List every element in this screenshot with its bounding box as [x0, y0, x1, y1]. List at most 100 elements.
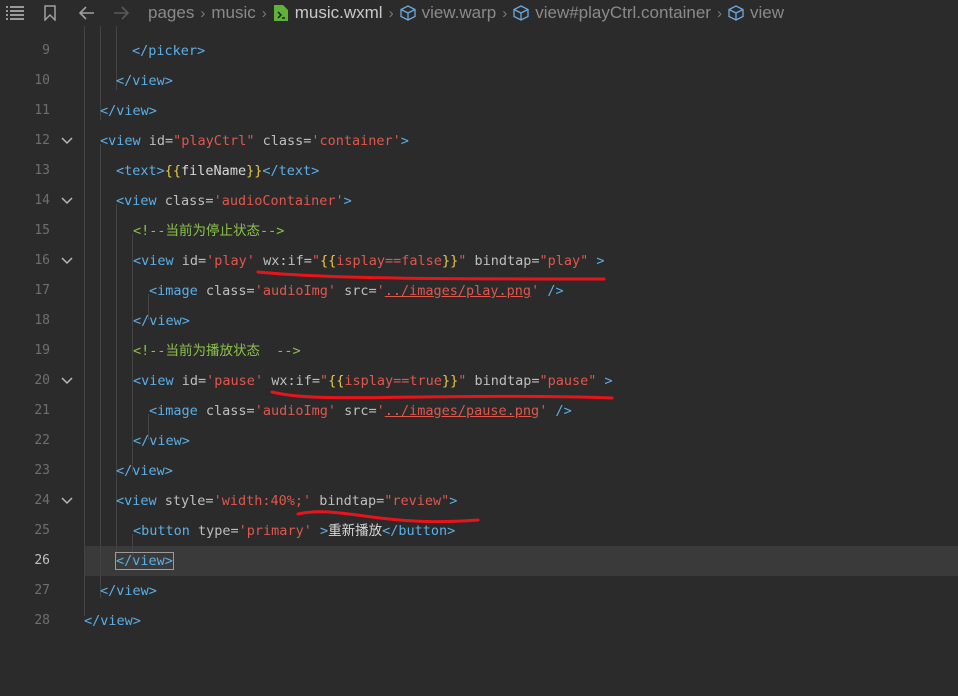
code-line[interactable]: 14 <view class='audioContainer'>	[0, 186, 958, 216]
code-line[interactable]: 22 </view>	[0, 426, 958, 456]
line-number: 22	[34, 433, 50, 448]
code-token: 'primary'	[238, 523, 312, 539]
code-token: <view	[116, 493, 165, 509]
fold-chevron-icon[interactable]	[60, 366, 74, 396]
code-line[interactable]: 10 </view>	[0, 66, 958, 96]
code-token: ../images/play.png	[384, 283, 532, 299]
code-token: class=	[205, 283, 255, 299]
breadcrumb-container[interactable]: view#playCtrl.container	[535, 3, 711, 23]
code-text: </picker>	[132, 36, 205, 66]
code-text: <button type='primary' >重新播放</button>	[133, 516, 455, 546]
cube-icon	[399, 5, 416, 21]
line-number: 17	[34, 283, 50, 298]
code-token: src=	[335, 403, 377, 419]
code-line[interactable]: 20 <view id='pause' wx:if="{{isplay==true…	[0, 366, 958, 396]
code-token: 'audioImg'	[254, 403, 336, 419]
code-token: bindtap=	[311, 493, 385, 509]
code-token: </view>	[116, 463, 173, 479]
breadcrumb-view[interactable]: view	[750, 3, 784, 23]
code-token: 'audioContainer'	[213, 193, 344, 209]
code-line[interactable]: 19 <!--当前为播放状态 -->	[0, 336, 958, 366]
line-number: 12	[34, 133, 50, 148]
code-token: 重新播放	[328, 523, 383, 539]
code-token: 'play'	[206, 253, 255, 269]
code-token: picker	[148, 43, 198, 59]
code-editor[interactable]: 9 </picker> 10 </view> 11 </view> 12 <view id="…	[0, 26, 958, 696]
code-token: </view>	[133, 433, 190, 449]
code-line[interactable]: 18 </view>	[0, 306, 958, 336]
breadcrumb: pages › music › music.wxml › view.warp ›…	[148, 3, 784, 23]
code-line[interactable]: 13 <text>{{fileName}}</text>	[0, 156, 958, 186]
code-token: <!--当前为播放状态 -->	[133, 343, 301, 359]
breadcrumb-music[interactable]: music	[211, 3, 255, 23]
code-token: <!--当前为停止状态-->	[133, 223, 285, 239]
code-line[interactable]: 27 </view>	[0, 576, 958, 606]
code-text: <image class='audioImg' src='../images/p…	[149, 276, 564, 306]
code-line[interactable]: 12 <view id="playCtrl" class='container'>	[0, 126, 958, 156]
chevron-right-icon: ›	[502, 4, 508, 22]
code-line[interactable]: 16 <view id='play' wx:if="{{isplay==false…	[0, 246, 958, 276]
code-token: </	[132, 43, 149, 59]
code-token: >	[311, 523, 329, 539]
code-token: "play"	[539, 253, 589, 269]
code-token: <image	[149, 283, 206, 299]
code-line[interactable]: 26 </view>	[0, 546, 958, 576]
line-number: 28	[34, 613, 50, 628]
cube-icon	[513, 5, 529, 21]
code-token: <view	[100, 133, 149, 149]
line-number: 13	[34, 163, 50, 178]
code-token: type=	[198, 523, 239, 539]
code-line[interactable]: 11 </view>	[0, 96, 958, 126]
line-number: 9	[42, 43, 50, 58]
fold-chevron-icon[interactable]	[60, 246, 74, 276]
code-token: "pause"	[539, 373, 597, 389]
line-number: 11	[34, 103, 50, 118]
code-line[interactable]: 23 </view>	[0, 456, 958, 486]
code-token: id=	[148, 133, 174, 149]
code-token: {{	[320, 253, 337, 269]
code-line[interactable]: 9 </picker>	[0, 36, 958, 66]
code-token: />	[547, 403, 572, 419]
bookmark-icon[interactable]	[30, 0, 70, 26]
wxml-file-icon	[273, 4, 289, 22]
breadcrumb-view-warp[interactable]: view.warp	[422, 3, 497, 23]
arrow-left-icon[interactable]	[70, 0, 104, 26]
chevron-right-icon: ›	[388, 4, 394, 22]
line-number: 16	[34, 253, 50, 268]
code-token: {{	[164, 163, 182, 179]
breadcrumb-file[interactable]: music.wxml	[295, 3, 383, 23]
fold-chevron-icon[interactable]	[60, 486, 74, 516]
code-token: 'container'	[311, 133, 401, 149]
fold-chevron-icon[interactable]	[60, 186, 74, 216]
line-number: 10	[34, 73, 50, 88]
code-text: </view>	[133, 306, 190, 336]
code-token: </view>	[84, 613, 141, 629]
code-token: "	[319, 373, 329, 389]
code-token: <image	[149, 403, 206, 419]
fold-chevron-icon[interactable]	[60, 126, 74, 156]
code-token: }}	[441, 253, 459, 269]
code-token: wx:if=	[254, 253, 312, 269]
code-line[interactable]: 21 <image class='audioImg' src='../images…	[0, 396, 958, 426]
line-number: 27	[34, 583, 50, 598]
code-line[interactable]: 28 </view>	[0, 606, 958, 636]
chevron-right-icon: ›	[261, 4, 267, 22]
code-token: />	[539, 283, 564, 299]
code-text: </view>	[115, 546, 174, 576]
code-token: {{	[328, 373, 345, 389]
breadcrumb-pages[interactable]: pages	[148, 3, 194, 23]
code-text: <!--当前为播放状态 -->	[133, 336, 301, 366]
code-token: </view>	[116, 73, 173, 89]
code-line[interactable]: 15 <!--当前为停止状态-->	[0, 216, 958, 246]
code-token: </view>	[115, 552, 174, 570]
code-token: class=	[254, 133, 312, 149]
code-line[interactable]: 17 <image class='audioImg' src='../images…	[0, 276, 958, 306]
line-number: 14	[34, 193, 50, 208]
code-token: <view	[133, 253, 182, 269]
list-icon[interactable]	[0, 0, 30, 26]
code-token: class=	[164, 193, 214, 209]
code-token: isplay==false	[336, 253, 442, 269]
code-line[interactable]: 25 <button type='primary' >重新播放</button>	[0, 516, 958, 546]
code-token: }}	[441, 373, 459, 389]
code-line[interactable]: 24 <view style='width:40%;' bindtap="revi…	[0, 486, 958, 516]
